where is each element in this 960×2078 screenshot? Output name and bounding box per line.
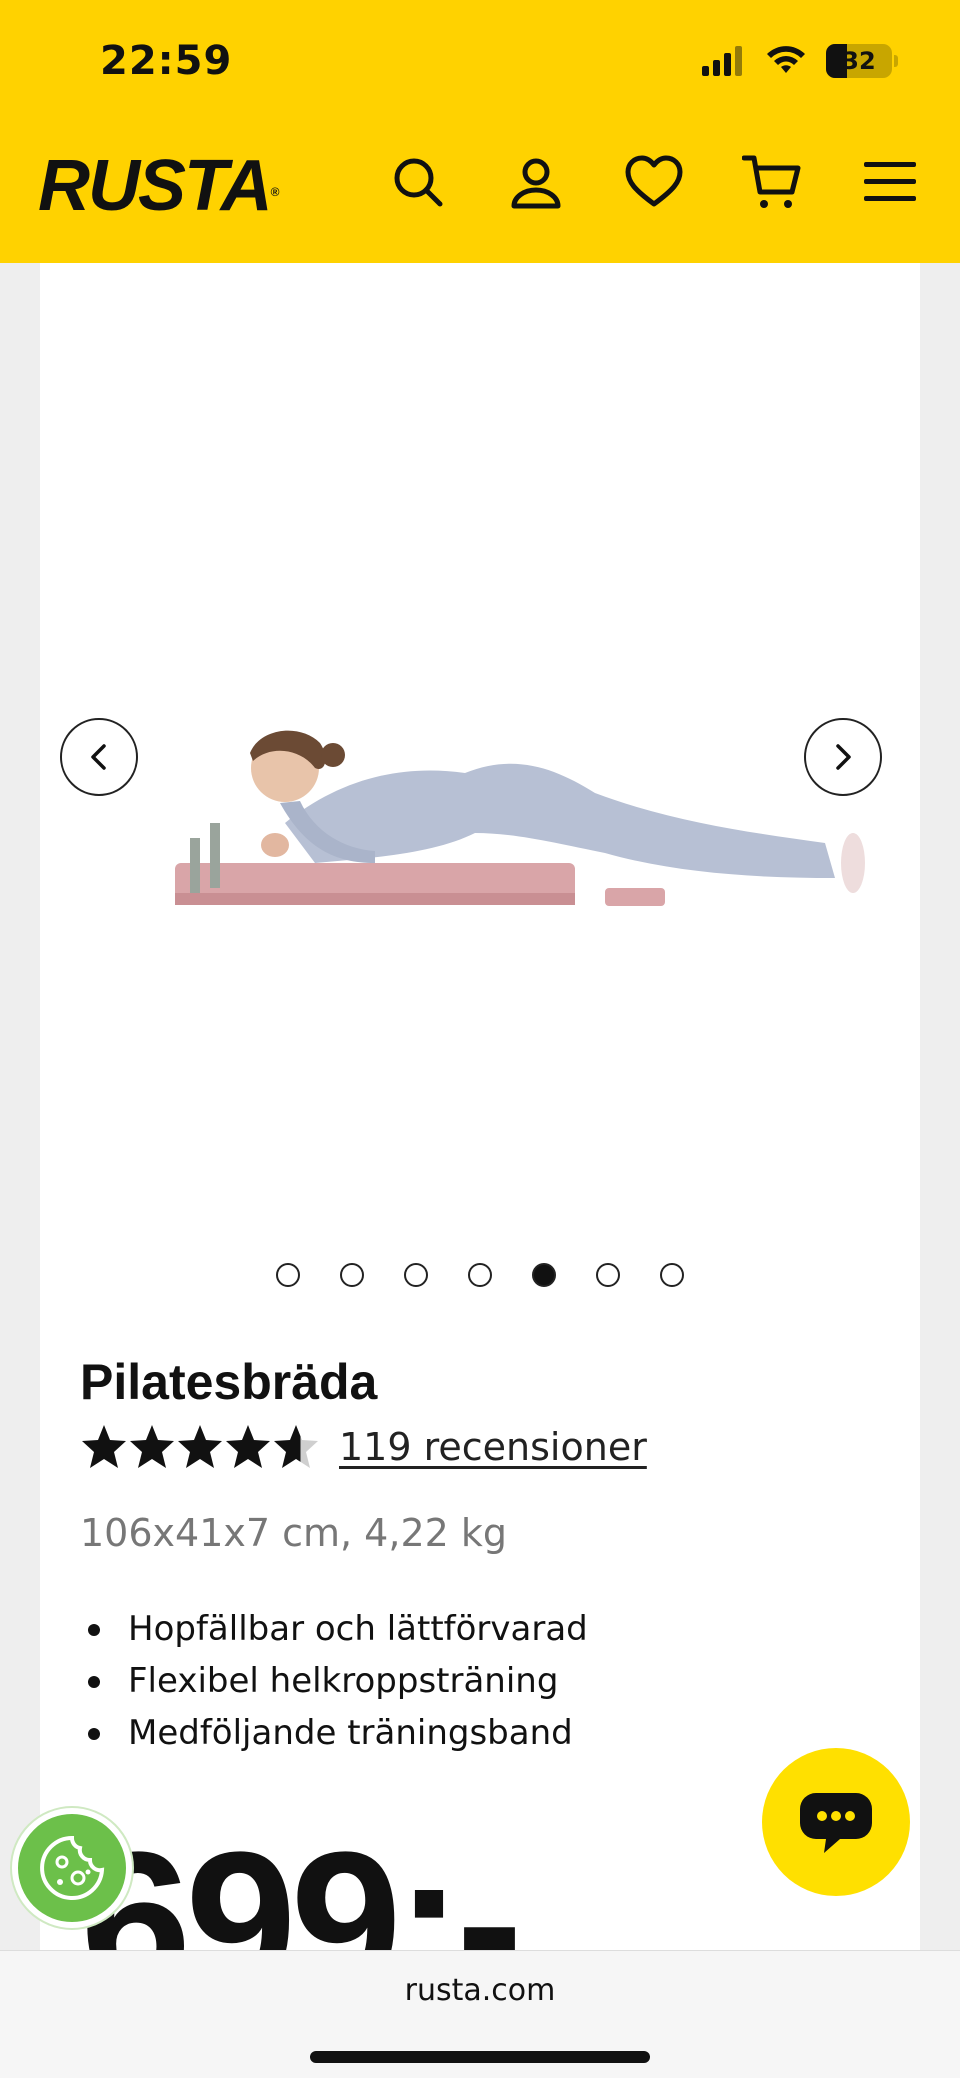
rating-stars-icon	[82, 1425, 318, 1468]
status-time: 22:59	[100, 38, 233, 84]
battery-icon: 32	[826, 44, 898, 78]
address-bar[interactable]: rusta.com	[0, 1973, 960, 2008]
heart-icon[interactable]	[622, 150, 686, 214]
reviews-link[interactable]: 119 recensioner	[339, 1425, 647, 1469]
header: 22:59 32 RUSTA®	[0, 0, 960, 263]
feature-list: Hopfällbar och lättförvarad Flexibel hel…	[80, 1603, 588, 1759]
status-icons: 32	[702, 44, 898, 78]
logo-registered-mark: ®	[270, 185, 280, 199]
carousel-dot-active[interactable]	[532, 1263, 556, 1287]
cookie-settings-button[interactable]	[12, 1808, 132, 1928]
signal-icon	[702, 46, 742, 76]
chat-icon	[800, 1793, 872, 1853]
carousel-dot[interactable]	[276, 1263, 300, 1287]
product-rating: 119 recensioner	[80, 1423, 647, 1471]
feature-item: Medföljande träningsband	[80, 1707, 588, 1759]
product-title: Pilatesbräda	[80, 1354, 378, 1410]
chevron-left-icon	[91, 744, 106, 770]
chat-button[interactable]	[762, 1748, 910, 1896]
rusta-logo[interactable]: RUSTA®	[38, 150, 280, 222]
carousel-prev-button[interactable]	[60, 718, 138, 796]
account-icon[interactable]	[504, 150, 568, 214]
product-image[interactable]	[135, 673, 895, 993]
battery-level: 32	[842, 47, 876, 75]
chevron-right-icon	[836, 744, 851, 770]
cookie-icon	[40, 1835, 105, 1900]
carousel-dot[interactable]	[596, 1263, 620, 1287]
carousel-dot[interactable]	[340, 1263, 364, 1287]
search-icon[interactable]	[386, 150, 450, 214]
logo-text: RUSTA	[38, 146, 273, 226]
feature-item: Hopfällbar och lättförvarad	[80, 1603, 588, 1655]
home-indicator[interactable]	[310, 2051, 650, 2063]
carousel-dots	[40, 1263, 920, 1287]
carousel-next-button[interactable]	[804, 718, 882, 796]
product-dimensions: 106x41x7 cm, 4,22 kg	[80, 1511, 507, 1555]
browser-bar: rusta.com	[0, 1950, 960, 2078]
carousel-dot[interactable]	[468, 1263, 492, 1287]
cart-icon[interactable]	[740, 150, 804, 214]
feature-item: Flexibel helkroppsträning	[80, 1655, 588, 1707]
carousel-dot[interactable]	[660, 1263, 684, 1287]
carousel-dot[interactable]	[404, 1263, 428, 1287]
menu-icon[interactable]	[858, 150, 922, 214]
product-card: Pilatesbräda 119 recensioner 106x41x7 cm…	[40, 263, 920, 2023]
wifi-icon	[767, 46, 805, 73]
